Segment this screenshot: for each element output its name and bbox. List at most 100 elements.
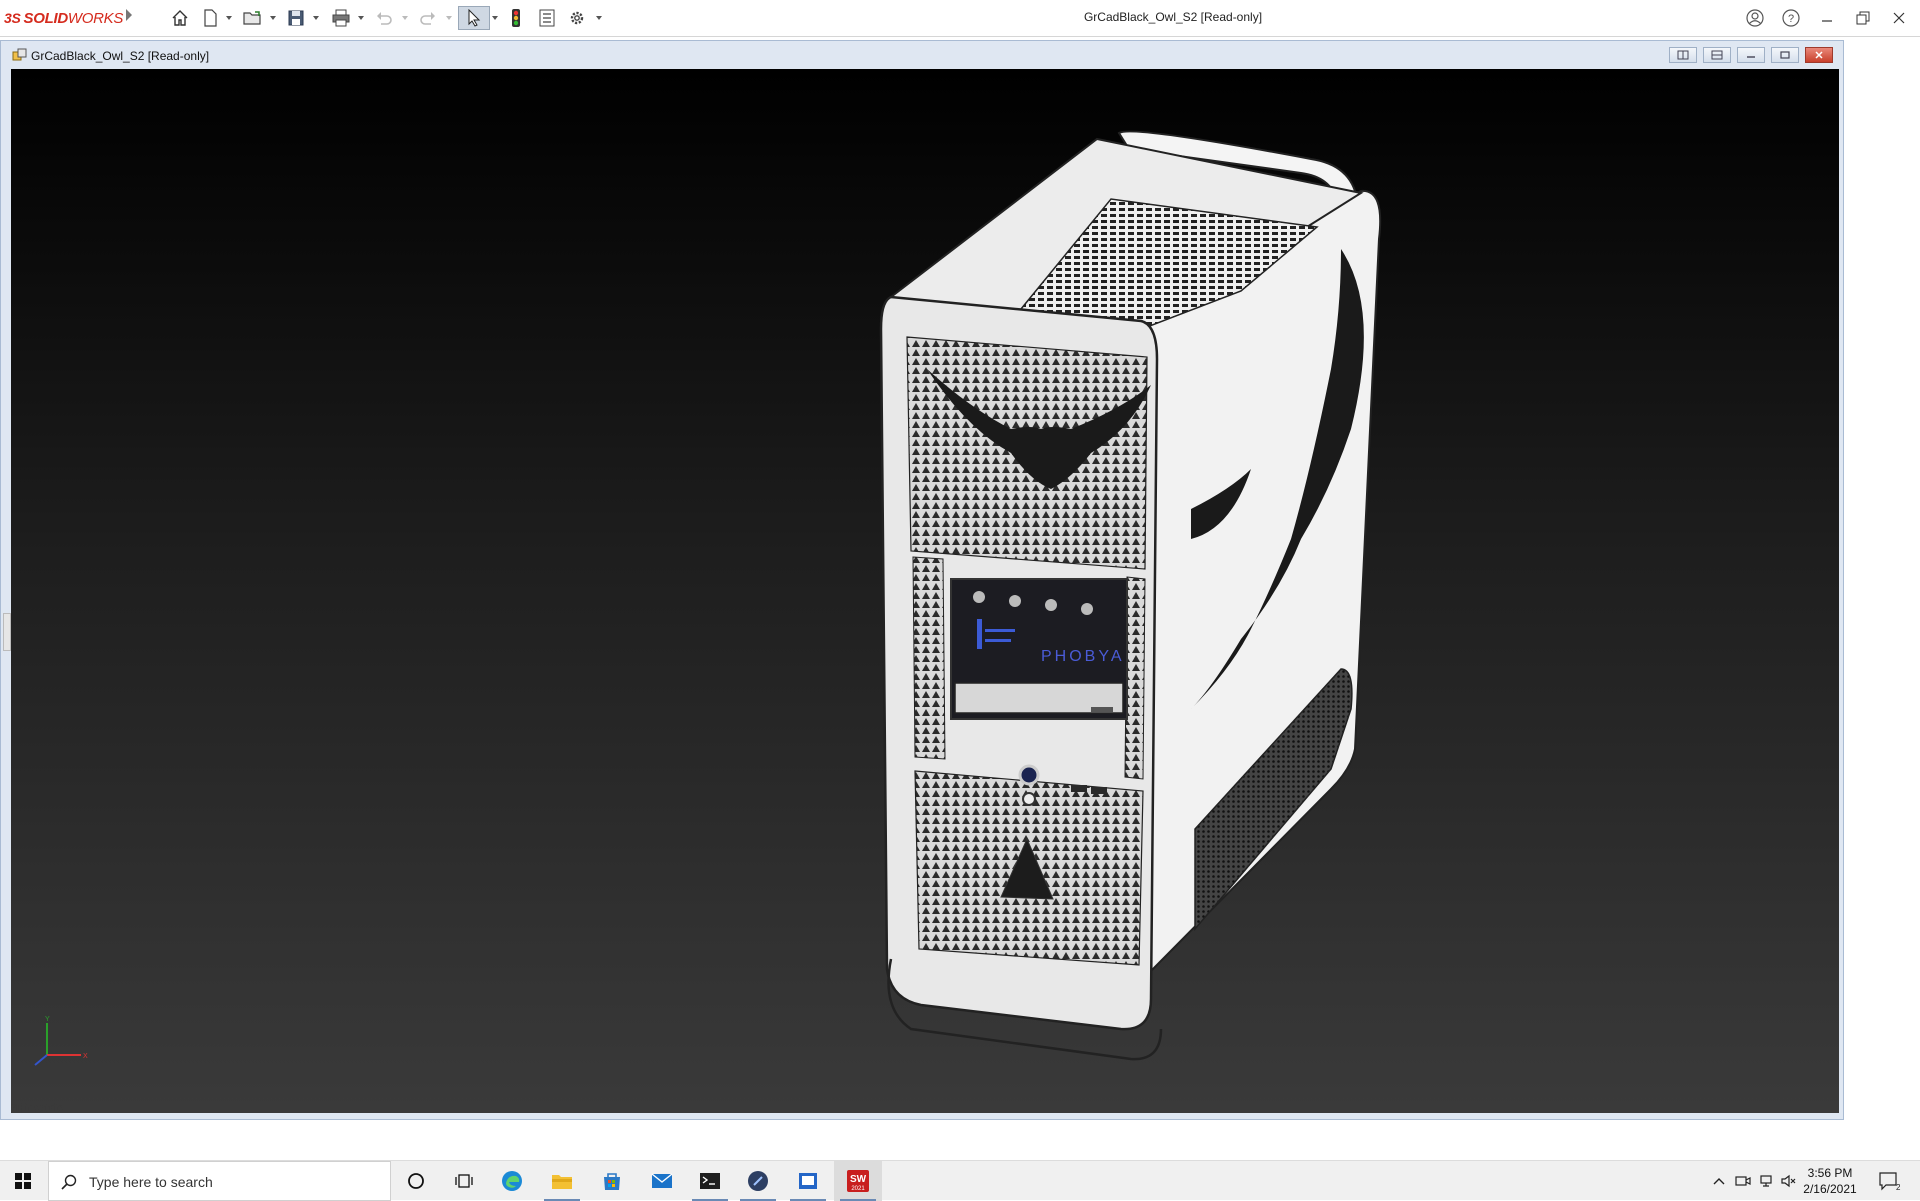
open-folder-icon (243, 11, 261, 25)
solidworks-version-badge: 2021 (851, 1186, 865, 1192)
search-icon (61, 1174, 77, 1190)
open-button[interactable] (240, 6, 266, 30)
document-maximize-button[interactable] (1771, 47, 1799, 63)
minimize-button[interactable] (1810, 4, 1844, 32)
cortana-icon (408, 1173, 424, 1189)
taskbar-mail[interactable] (638, 1161, 686, 1201)
camera-icon (1735, 1176, 1751, 1186)
windows-logo-icon (15, 1173, 31, 1189)
windows-taskbar: Type here to search SW 2021 3:56 PM 2/16… (0, 1160, 1920, 1201)
show-hidden-icons-button[interactable] (1708, 1161, 1730, 1201)
maximize-icon (1780, 51, 1790, 59)
taskbar-store[interactable] (588, 1161, 636, 1201)
meet-now-button[interactable] (1732, 1161, 1754, 1201)
tile-vertical-button[interactable] (1703, 47, 1731, 63)
open-dropdown[interactable] (268, 6, 278, 30)
mail-icon (651, 1173, 673, 1188)
svg-text:?: ? (1788, 13, 1794, 25)
pc-case-model: PHOBYA (879, 130, 1382, 1061)
close-button[interactable] (1882, 4, 1916, 32)
clock-date: 2/16/2021 (1803, 1182, 1857, 1196)
select-arrow-icon (468, 9, 481, 27)
chevron-down-icon (402, 16, 408, 20)
file-properties-icon (539, 9, 555, 27)
chevron-up-icon (1713, 1178, 1725, 1185)
new-dropdown[interactable] (224, 6, 234, 30)
power-button (1018, 764, 1040, 786)
taskbar-app[interactable] (734, 1161, 782, 1201)
svg-text:SW: SW (850, 1174, 867, 1185)
front-mesh-middle-left (912, 556, 946, 760)
volume-button[interactable] (1778, 1161, 1800, 1201)
chevron-down-icon (446, 16, 452, 20)
taskbar-search-box[interactable]: Type here to search (48, 1161, 391, 1201)
task-view-button[interactable] (442, 1161, 486, 1201)
triad-x-label: X (83, 1053, 88, 1060)
home-button[interactable] (168, 6, 192, 30)
taskbar-terminal[interactable] (686, 1161, 734, 1201)
search-placeholder: Type here to search (89, 1174, 213, 1190)
terminal-icon (700, 1173, 720, 1189)
new-document-icon (204, 9, 217, 27)
home-icon (172, 10, 188, 26)
new-document-button[interactable] (198, 6, 222, 30)
save-button[interactable] (284, 6, 308, 30)
view-orientation-label: *Dimetric (11, 1101, 64, 1115)
tile-horizontal-icon (1677, 50, 1689, 60)
taskbar-window-app[interactable] (784, 1161, 832, 1201)
undo-dropdown[interactable] (400, 6, 410, 30)
notification-center-button[interactable]: 2 (1870, 1161, 1910, 1201)
account-button[interactable] (1738, 4, 1772, 32)
start-button[interactable] (0, 1161, 46, 1201)
fan-controller-brand-text: PHOBYA (1041, 648, 1125, 665)
print-dropdown[interactable] (356, 6, 366, 30)
file-explorer-icon (552, 1175, 572, 1189)
app-icon (748, 1171, 768, 1191)
feature-manager-toggle-handle[interactable] (3, 613, 11, 651)
undo-icon (377, 12, 392, 25)
select-button[interactable] (458, 6, 490, 30)
select-dropdown[interactable] (490, 6, 500, 30)
window-app-icon (799, 1173, 817, 1189)
taskbar-clock[interactable]: 3:56 PM 2/16/2021 (1798, 1165, 1862, 1197)
solidworks-logo[interactable]: 3S SOLID WORKS (4, 7, 123, 29)
logo-text-works: WORKS (67, 9, 124, 27)
solidworks-taskbar-icon: SW2021 (847, 1170, 869, 1192)
chevron-down-icon (313, 16, 319, 20)
redo-button[interactable] (416, 6, 440, 30)
network-button[interactable] (1756, 1161, 1778, 1201)
chevron-down-icon (596, 16, 602, 20)
file-properties-button[interactable] (536, 6, 558, 30)
traffic-light-icon (512, 9, 520, 27)
document-minimize-button[interactable] (1737, 47, 1765, 63)
gear-icon (570, 11, 584, 25)
task-view-icon (455, 1174, 473, 1188)
chevron-down-icon (270, 16, 276, 20)
redo-icon (420, 12, 435, 25)
rebuild-button[interactable] (506, 6, 526, 30)
cortana-button[interactable] (394, 1161, 438, 1201)
coordinate-triad: Y X (34, 1016, 88, 1066)
menu-expand-arrow-icon[interactable] (126, 9, 132, 21)
notification-icon: 2 (1879, 1172, 1901, 1191)
undo-button[interactable] (372, 6, 396, 30)
options-dropdown[interactable] (594, 6, 604, 30)
restore-button[interactable] (1846, 4, 1880, 32)
network-icon (1760, 1175, 1772, 1187)
help-button[interactable]: ? (1774, 4, 1808, 32)
redo-dropdown[interactable] (444, 6, 454, 30)
taskbar-file-explorer[interactable] (538, 1161, 586, 1201)
triad-y-label: Y (45, 1016, 50, 1023)
options-button[interactable] (566, 6, 588, 30)
notification-count: 2 (1896, 1183, 1901, 1191)
reset-button (1022, 792, 1036, 806)
chevron-down-icon (226, 16, 232, 20)
tile-horizontal-button[interactable] (1669, 47, 1697, 63)
document-close-button[interactable] (1805, 47, 1833, 63)
print-button[interactable] (328, 6, 354, 30)
taskbar-solidworks[interactable]: SW 2021 (834, 1161, 882, 1201)
save-dropdown[interactable] (311, 6, 321, 30)
graphics-area[interactable]: PHOBYA Y X (11, 69, 1839, 1113)
app-title: GrCadBlack_Owl_S2 [Read-only] (1083, 10, 1263, 24)
taskbar-edge[interactable] (490, 1161, 534, 1201)
